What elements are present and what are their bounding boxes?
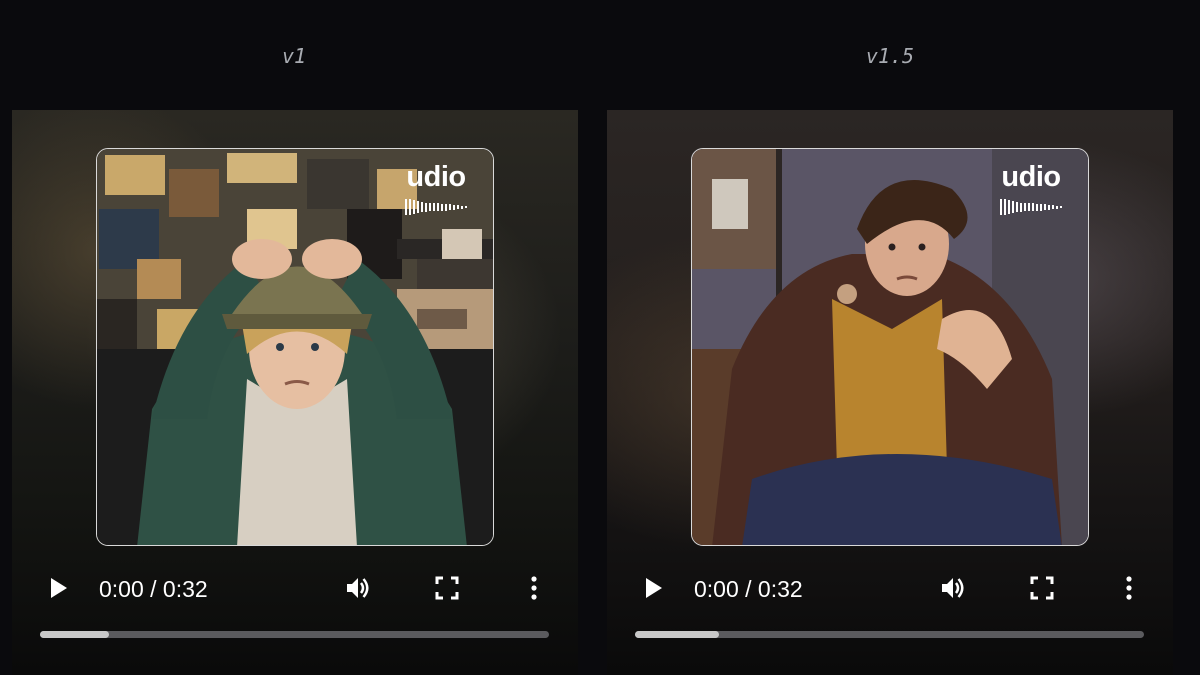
play-icon[interactable] (44, 574, 72, 602)
brand-wordmark: udio (406, 161, 466, 193)
udio-logo: udio (393, 163, 479, 216)
brand-wordmark: udio (1001, 161, 1061, 193)
version-label-v1: v1 (281, 44, 307, 68)
more-options-icon[interactable] (1115, 574, 1143, 602)
fullscreen-icon[interactable] (1028, 574, 1056, 602)
time-display: 0:00 / 0:32 (694, 576, 803, 602)
volume-icon[interactable] (939, 574, 967, 602)
version-label-v1-5: v1.5 (865, 44, 915, 68)
udio-logo: udio (988, 163, 1074, 216)
cover-art: udio (691, 148, 1089, 546)
video-player-v1[interactable]: udio 0:00 / 0:32 (12, 110, 578, 675)
cover-art: udio (96, 148, 494, 546)
progress-bar[interactable] (40, 631, 549, 638)
time-display: 0:00 / 0:32 (99, 576, 208, 602)
player-controls: 0:00 / 0:32 (12, 568, 578, 608)
player-controls: 0:00 / 0:32 (607, 568, 1173, 608)
progress-bar[interactable] (635, 631, 1144, 638)
waveform-icon (393, 198, 479, 216)
progress-fill (635, 631, 719, 638)
fullscreen-icon[interactable] (433, 574, 461, 602)
play-icon[interactable] (639, 574, 667, 602)
more-options-icon[interactable] (520, 574, 548, 602)
video-player-v1-5[interactable]: udio 0:00 / 0:32 (607, 110, 1173, 675)
progress-fill (40, 631, 109, 638)
waveform-icon (988, 198, 1074, 216)
volume-icon[interactable] (344, 574, 372, 602)
